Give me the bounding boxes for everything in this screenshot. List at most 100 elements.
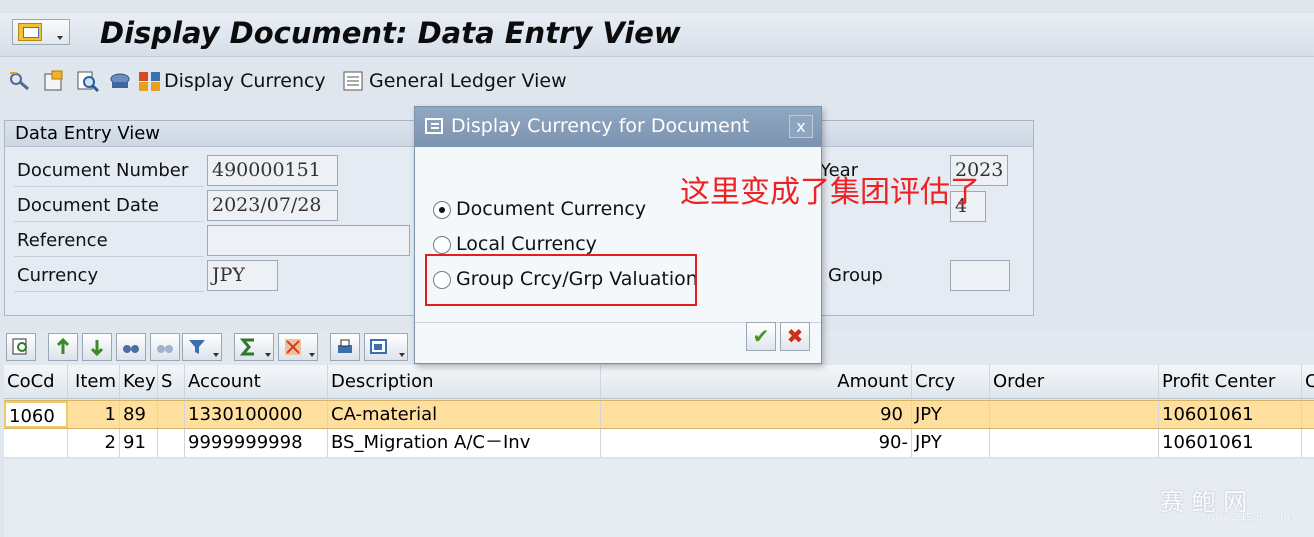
doc-date-field[interactable]: 2023/07/28 bbox=[207, 190, 338, 221]
sort-descending-icon bbox=[90, 340, 104, 356]
filter-button[interactable] bbox=[182, 333, 222, 361]
cell-item[interactable]: 2 bbox=[68, 429, 120, 457]
cell-crcy[interactable]: JPY bbox=[912, 429, 990, 457]
chevron-down-icon bbox=[309, 353, 315, 357]
reference-field[interactable] bbox=[207, 225, 410, 256]
watermark-url: www.91Sap.com bbox=[1207, 512, 1290, 523]
radio-button[interactable] bbox=[433, 201, 451, 219]
cell-order[interactable] bbox=[990, 429, 1159, 457]
table-row[interactable]: 2 91 9999999998 BS_Migration A/C－Inv 90-… bbox=[4, 429, 1314, 458]
radio-label: Document Currency bbox=[456, 198, 647, 220]
doc-date-label: Document Date bbox=[17, 195, 159, 216]
label-underline bbox=[14, 291, 204, 292]
search-document-icon[interactable] bbox=[76, 70, 100, 92]
cell-s[interactable] bbox=[158, 401, 185, 428]
close-button[interactable]: x bbox=[789, 115, 813, 138]
doc-number-field[interactable]: 490000151 bbox=[207, 155, 338, 186]
cell-key[interactable]: 89 bbox=[120, 401, 158, 428]
label-underline bbox=[14, 186, 204, 187]
column-header[interactable]: CoCd bbox=[4, 365, 68, 398]
views-button[interactable] bbox=[364, 333, 408, 361]
cell-cocd[interactable]: 1060 bbox=[4, 401, 68, 428]
display-currency-dialog: Display Currency for Document x Document… bbox=[414, 106, 822, 364]
subtotal-button[interactable] bbox=[278, 333, 318, 361]
currency-label: Currency bbox=[17, 265, 99, 286]
title-bar: Display Document: Data Entry View bbox=[0, 13, 1314, 57]
group-field[interactable] bbox=[950, 260, 1010, 291]
display-currency-icon[interactable] bbox=[138, 70, 162, 92]
cell-amount[interactable]: 90- bbox=[601, 429, 912, 457]
reference-label: Reference bbox=[17, 230, 108, 251]
chevron-down-icon bbox=[57, 36, 63, 40]
chevron-down-icon bbox=[265, 353, 271, 357]
binoculars-icon bbox=[123, 345, 139, 353]
total-button[interactable] bbox=[234, 333, 274, 361]
doc-number-label: Document Number bbox=[17, 160, 189, 181]
cancel-button[interactable]: ✖ bbox=[780, 322, 810, 351]
subtotal-icon bbox=[285, 339, 301, 355]
find-next-icon bbox=[157, 345, 173, 353]
page-title: Display Document: Data Entry View bbox=[100, 16, 681, 50]
label-underline bbox=[14, 256, 204, 257]
display-currency-button[interactable]: Display Currency bbox=[164, 70, 326, 92]
column-header[interactable]: S bbox=[158, 365, 185, 398]
sort-ascending-button[interactable] bbox=[48, 333, 78, 361]
print-icon bbox=[338, 339, 352, 353]
chevron-down-icon bbox=[213, 353, 219, 357]
taxes-icon[interactable] bbox=[108, 70, 132, 92]
column-header[interactable]: Order bbox=[990, 365, 1159, 398]
dialog-icon bbox=[425, 118, 443, 134]
document-header-icon[interactable] bbox=[42, 70, 66, 92]
cell-description[interactable]: CA-material bbox=[328, 401, 601, 428]
cell-cocd[interactable] bbox=[4, 429, 68, 457]
general-ledger-icon[interactable] bbox=[342, 70, 366, 92]
annotation-text: 这里变成了集团评估了 bbox=[680, 175, 980, 210]
cell-profit-center[interactable]: 10601061 bbox=[1159, 401, 1302, 428]
sort-descending-button[interactable] bbox=[82, 333, 112, 361]
find-next-button[interactable] bbox=[150, 333, 180, 361]
column-header[interactable]: Profit Center bbox=[1159, 365, 1302, 398]
column-header[interactable]: C bbox=[1302, 365, 1314, 398]
sort-ascending-icon bbox=[56, 338, 70, 354]
cell-amount[interactable]: 90 bbox=[601, 401, 912, 428]
cell-order[interactable] bbox=[990, 401, 1159, 428]
dialog-title: Display Currency for Document bbox=[451, 115, 750, 137]
filter-icon bbox=[189, 340, 205, 354]
cell-description[interactable]: BS_Migration A/C－Inv bbox=[328, 429, 601, 457]
annotation-highlight-box bbox=[425, 254, 697, 306]
application-toolbar: Display Currency General Ledger View bbox=[0, 60, 1314, 102]
column-header[interactable]: Item bbox=[68, 365, 120, 398]
column-header[interactable]: Account bbox=[185, 365, 328, 398]
sum-icon bbox=[240, 338, 254, 356]
cell-account[interactable]: 1330100000 bbox=[185, 401, 328, 428]
find-button[interactable] bbox=[116, 333, 146, 361]
cell-s[interactable] bbox=[158, 429, 185, 457]
views-icon bbox=[370, 339, 387, 354]
dialog-title-bar: Display Currency for Document x bbox=[415, 107, 821, 147]
print-button[interactable] bbox=[330, 333, 360, 361]
confirm-button[interactable]: ✔ bbox=[746, 322, 776, 351]
cell-key[interactable]: 91 bbox=[120, 429, 158, 457]
details-button[interactable] bbox=[6, 333, 36, 361]
cell-profit-center[interactable]: 10601061 bbox=[1159, 429, 1302, 457]
radio-label: Local Currency bbox=[456, 233, 597, 255]
chevron-down-icon bbox=[399, 353, 405, 357]
display-change-icon[interactable] bbox=[8, 70, 32, 92]
group-label: Group bbox=[828, 265, 883, 286]
currency-field[interactable]: JPY bbox=[207, 260, 278, 291]
column-header[interactable]: Crcy bbox=[912, 365, 990, 398]
column-header[interactable]: Key bbox=[120, 365, 158, 398]
system-menu-button[interactable] bbox=[12, 19, 70, 45]
column-header[interactable]: Amount bbox=[601, 365, 912, 398]
radio-button[interactable] bbox=[433, 236, 451, 254]
column-header[interactable]: Description bbox=[328, 365, 601, 398]
cell-account[interactable]: 9999999998 bbox=[185, 429, 328, 457]
details-icon bbox=[12, 338, 27, 355]
general-ledger-view-button[interactable]: General Ledger View bbox=[369, 70, 567, 92]
cell-item[interactable]: 1 bbox=[68, 401, 120, 428]
menu-icon bbox=[18, 23, 42, 41]
cell-crcy[interactable]: JPY bbox=[912, 401, 990, 428]
table-empty-area bbox=[4, 459, 1314, 537]
table-header: CoCd Item Key S Account Description Amou… bbox=[4, 365, 1314, 399]
table-row[interactable]: 1060 1 89 1330100000 CA-material 90 JPY … bbox=[4, 400, 1314, 429]
